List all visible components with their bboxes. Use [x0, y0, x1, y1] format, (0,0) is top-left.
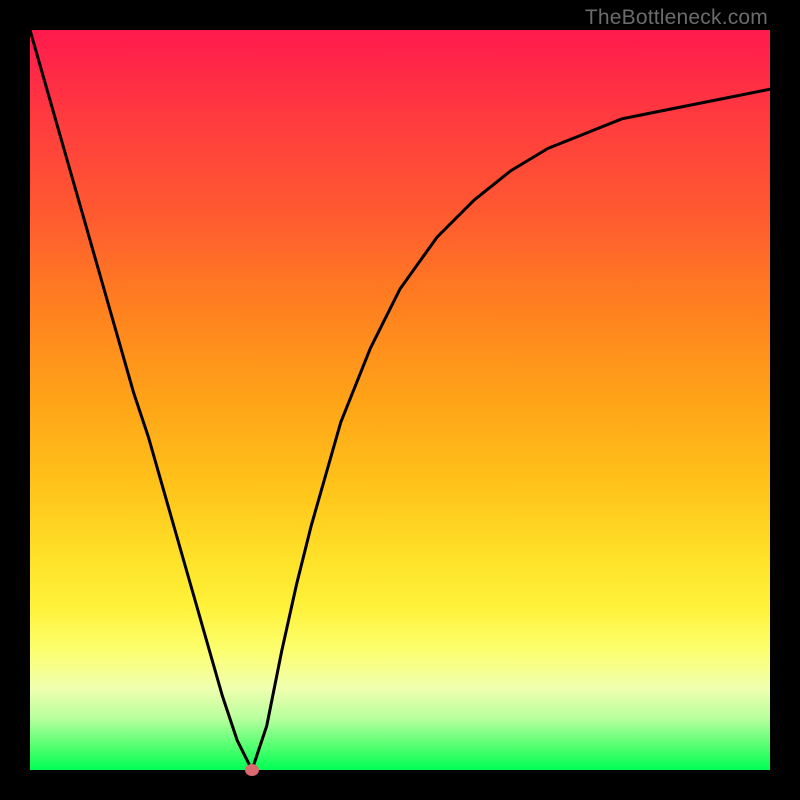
- chart-frame: TheBottleneck.com: [0, 0, 800, 800]
- watermark-text: TheBottleneck.com: [585, 6, 768, 30]
- plot-area: [30, 30, 770, 770]
